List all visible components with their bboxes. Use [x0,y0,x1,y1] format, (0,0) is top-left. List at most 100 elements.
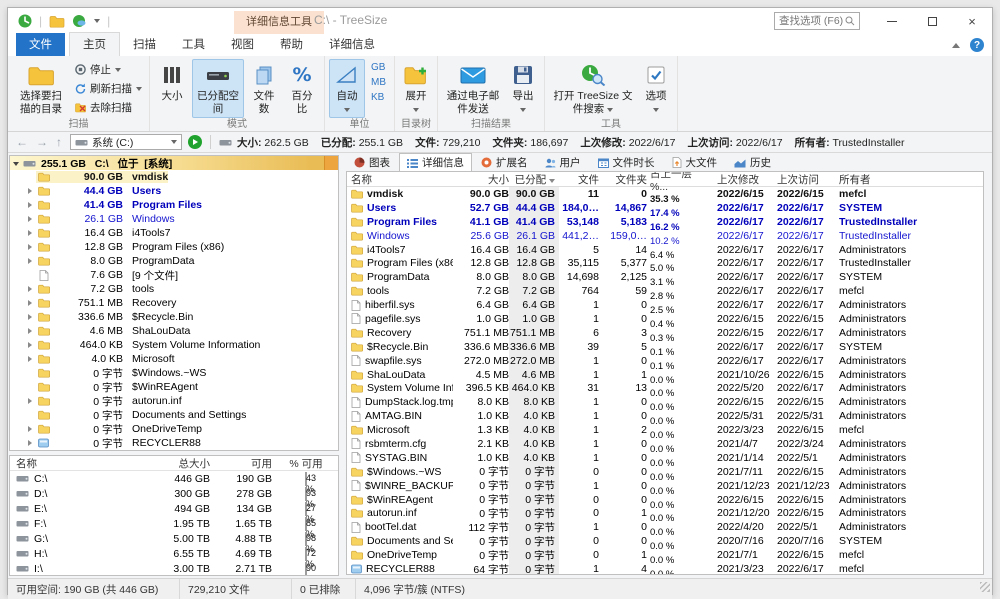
details-row-autorun-inf[interactable]: autorun.inf0 字节0 字节010.0 %2021/12/202022… [347,506,983,520]
tree-root-row[interactable]: 255.1 GB C:\ 位于 [系统] [10,156,338,170]
open-file-search-button[interactable]: 打开 TreeSize 文件搜索 [549,59,637,118]
drive-row-i[interactable]: I:\3.00 TB2.71 TB90 % [10,561,338,576]
details-row-programdata[interactable]: ProgramData8.0 GB8.0 GB14,6982,1253.1 %2… [347,270,983,284]
details-row-boottel-dat[interactable]: bootTel.dat112 字节0 字节100.0 %2022/4/20202… [347,520,983,534]
details-row-i4tools7[interactable]: i4Tools716.4 GB16.4 GB5146.4 %2022/6/172… [347,243,983,257]
tree-item-programdata[interactable]: 8.0 GBProgramData [10,254,338,268]
details-row-dumpstack-log-tmp[interactable]: DumpStack.log.tmp8.0 KB8.0 KB100.0 %2022… [347,395,983,409]
select-scan-directory-button[interactable]: 选择要扫描的目录 [12,59,70,118]
tree-item--9-[interactable]: 7.6 GB[9 个文件] [10,268,338,282]
expander-icon[interactable] [28,202,32,208]
details-row-users[interactable]: Users52.7 GB44.4 GB184,0…14,86717.4 %202… [347,201,983,215]
qat-dropdown-icon[interactable] [94,19,100,23]
find-options-search[interactable] [774,12,860,30]
send-email-button[interactable]: 通过电子邮件发送 [442,59,504,118]
collapse-ribbon-icon[interactable] [952,43,960,48]
expander-icon[interactable] [28,300,32,306]
details-row-shaloudata[interactable]: ShaLouData4.5 MB4.6 MB110.0 %2021/10/262… [347,368,983,382]
expander-icon[interactable] [28,258,32,264]
expander-icon[interactable] [28,244,32,250]
tree-item-system-volume-information[interactable]: 464.0 KBSystem Volume Information [10,338,338,352]
help-icon[interactable]: ? [970,38,984,52]
tab-tools[interactable]: 工具 [169,33,218,56]
details-row-program-files-x86-[interactable]: Program Files (x86)12.8 GB12.8 GB35,1155… [347,256,983,270]
tree-item-recycler88[interactable]: 0 字节RECYCLER88 [10,436,338,450]
details-row-program-files[interactable]: Program Files41.1 GB41.4 GB53,1485,18316… [347,215,983,229]
details-row--winre-backup-[interactable]: $WINRE_BACKUP_...0 字节0 字节100.0 %2021/12/… [347,479,983,493]
tree-item-program-files[interactable]: 41.4 GBProgram Files [10,198,338,212]
drive-row-c[interactable]: C:\446 GB190 GB43 % [10,471,338,486]
tree-item--recycle-bin[interactable]: 336.6 MB$Recycle.Bin [10,310,338,324]
open-folder-icon[interactable] [49,15,65,28]
tab-details[interactable]: 详细信息 [316,33,388,56]
details-tab-calendar[interactable]: 文件时长 [590,153,663,171]
tree-item--windows-ws[interactable]: 0 字节$Windows.~WS [10,366,338,380]
details-row-vmdisk[interactable]: vmdisk90.0 GB90.0 GB11035.3 %2022/6/1520… [347,187,983,201]
remove-scan-button[interactable]: 去除扫描 [72,99,145,116]
details-row-system-volume-inf-[interactable]: System Volume Inf...396.5 KB464.0 KB3113… [347,381,983,395]
drive-row-f[interactable]: F:\1.95 TB1.65 TB85 % [10,516,338,531]
expander-icon[interactable] [28,440,32,446]
details-row--winreagent[interactable]: $WinREAgent0 字节0 字节000.0 %2022/6/152022/… [347,493,983,507]
refresh-scan-button[interactable]: 刷新扫描 [72,80,145,97]
details-table-header[interactable]: 名称大小已分配 文件文件夹占上一层 %...上次修改上次访问所有者 [347,172,983,187]
stop-button[interactable]: 停止 [72,61,145,78]
details-row-windows[interactable]: Windows25.6 GB26.1 GB441,2…159,0…10.2 %2… [347,229,983,243]
tree-item-shaloudata[interactable]: 4.6 MBShaLouData [10,324,338,338]
details-tab-largefile[interactable]: 大文件 [664,153,726,171]
details-tab-history[interactable]: 历史 [726,153,779,171]
collapse-expander-icon[interactable] [13,162,19,166]
tree-item-program-files-x86-[interactable]: 12.8 GBProgram Files (x86) [10,240,338,254]
tree-item-vmdisk[interactable]: 90.0 GBvmdisk [10,170,338,184]
expand-button[interactable]: 展开 [399,59,433,118]
export-button[interactable]: 导出 [506,59,540,118]
details-row-onedrivetemp[interactable]: OneDriveTemp0 字节0 字节010.0 %2021/7/12022/… [347,548,983,562]
tree-item-windows[interactable]: 26.1 GBWindows [10,212,338,226]
details-row-hiberfil-sys[interactable]: hiberfil.sys6.4 GB6.4 GB102.5 %2022/6/17… [347,298,983,312]
unit-auto-button[interactable]: 自动 [329,59,365,118]
details-row-documents-and-se-[interactable]: Documents and Se...0 字节0 字节000.0 %2020/7… [347,534,983,548]
unit-kb-button[interactable]: KB [367,91,390,104]
options-button[interactable]: 选项 [639,59,673,118]
tree-item-microsoft[interactable]: 4.0 KBMicrosoft [10,352,338,366]
back-icon[interactable]: ← [16,135,28,149]
tree-item-recovery[interactable]: 751.1 MBRecovery [10,296,338,310]
mode-filecount-button[interactable]: 文件数 [246,59,282,118]
forward-icon[interactable]: → [36,135,48,149]
tree-item--winreagent[interactable]: 0 字节$WinREAgent [10,380,338,394]
tree-item-documents-and-settings[interactable]: 0 字节Documents and Settings [10,408,338,422]
expander-icon[interactable] [28,216,32,222]
unit-gb-button[interactable]: GB [367,61,390,74]
tree-item-onedrivetemp[interactable]: 0 字节OneDriveTemp [10,422,338,436]
details-row-systag-bin[interactable]: SYSTAG.BIN1.0 KB4.0 KB100.0 %2021/1/1420… [347,451,983,465]
details-row--recycle-bin[interactable]: $Recycle.Bin336.6 MB336.6 MB3950.1 %2022… [347,340,983,354]
expander-icon[interactable] [28,286,32,292]
details-row-recovery[interactable]: Recovery751.1 MB751.1 MB630.3 %2022/6/15… [347,326,983,340]
maximize-button[interactable] [912,8,952,34]
expander-icon[interactable] [28,426,32,432]
mode-allocated-button[interactable]: 已分配空间 [192,59,244,118]
tree-item-users[interactable]: 44.4 GBUsers [10,184,338,198]
tab-home[interactable]: 主页 [69,32,120,56]
details-row-amtag-bin[interactable]: AMTAG.BIN1.0 KB4.0 KB100.0 %2022/5/31202… [347,409,983,423]
mode-size-button[interactable]: 大小 [154,59,190,106]
tab-scan[interactable]: 扫描 [120,33,169,56]
details-tab-list[interactable]: 详细信息 [399,153,472,171]
tab-view[interactable]: 视图 [218,33,267,56]
expander-icon[interactable] [28,342,32,348]
drive-select[interactable]: 系统 (C:) [70,134,182,150]
drive-row-e[interactable]: E:\494 GB134 GB27 % [10,501,338,516]
expander-icon[interactable] [28,398,32,404]
mode-percent-button[interactable]: % 百分比 [284,59,320,118]
details-tab-users[interactable]: 用户 [537,153,589,171]
details-row-microsoft[interactable]: Microsoft1.3 KB4.0 KB120.0 %2022/3/23202… [347,423,983,437]
details-row-recycler88[interactable]: RECYCLER8864 字节0 字节140.0 %2021/3/232022/… [347,562,983,575]
expander-icon[interactable] [28,328,32,334]
tree-item-i4tools7[interactable]: 16.4 GBi4Tools7 [10,226,338,240]
details-tab-pie[interactable]: 图表 [346,153,398,171]
details-row-rsbmterm-cfg[interactable]: rsbmterm.cfg2.1 KB4.0 KB100.0 %2021/4/72… [347,437,983,451]
expander-icon[interactable] [28,314,32,320]
unit-mb-button[interactable]: MB [367,76,390,89]
minimize-button[interactable] [872,8,912,34]
details-tab-ext[interactable]: 扩展名 [473,153,536,171]
